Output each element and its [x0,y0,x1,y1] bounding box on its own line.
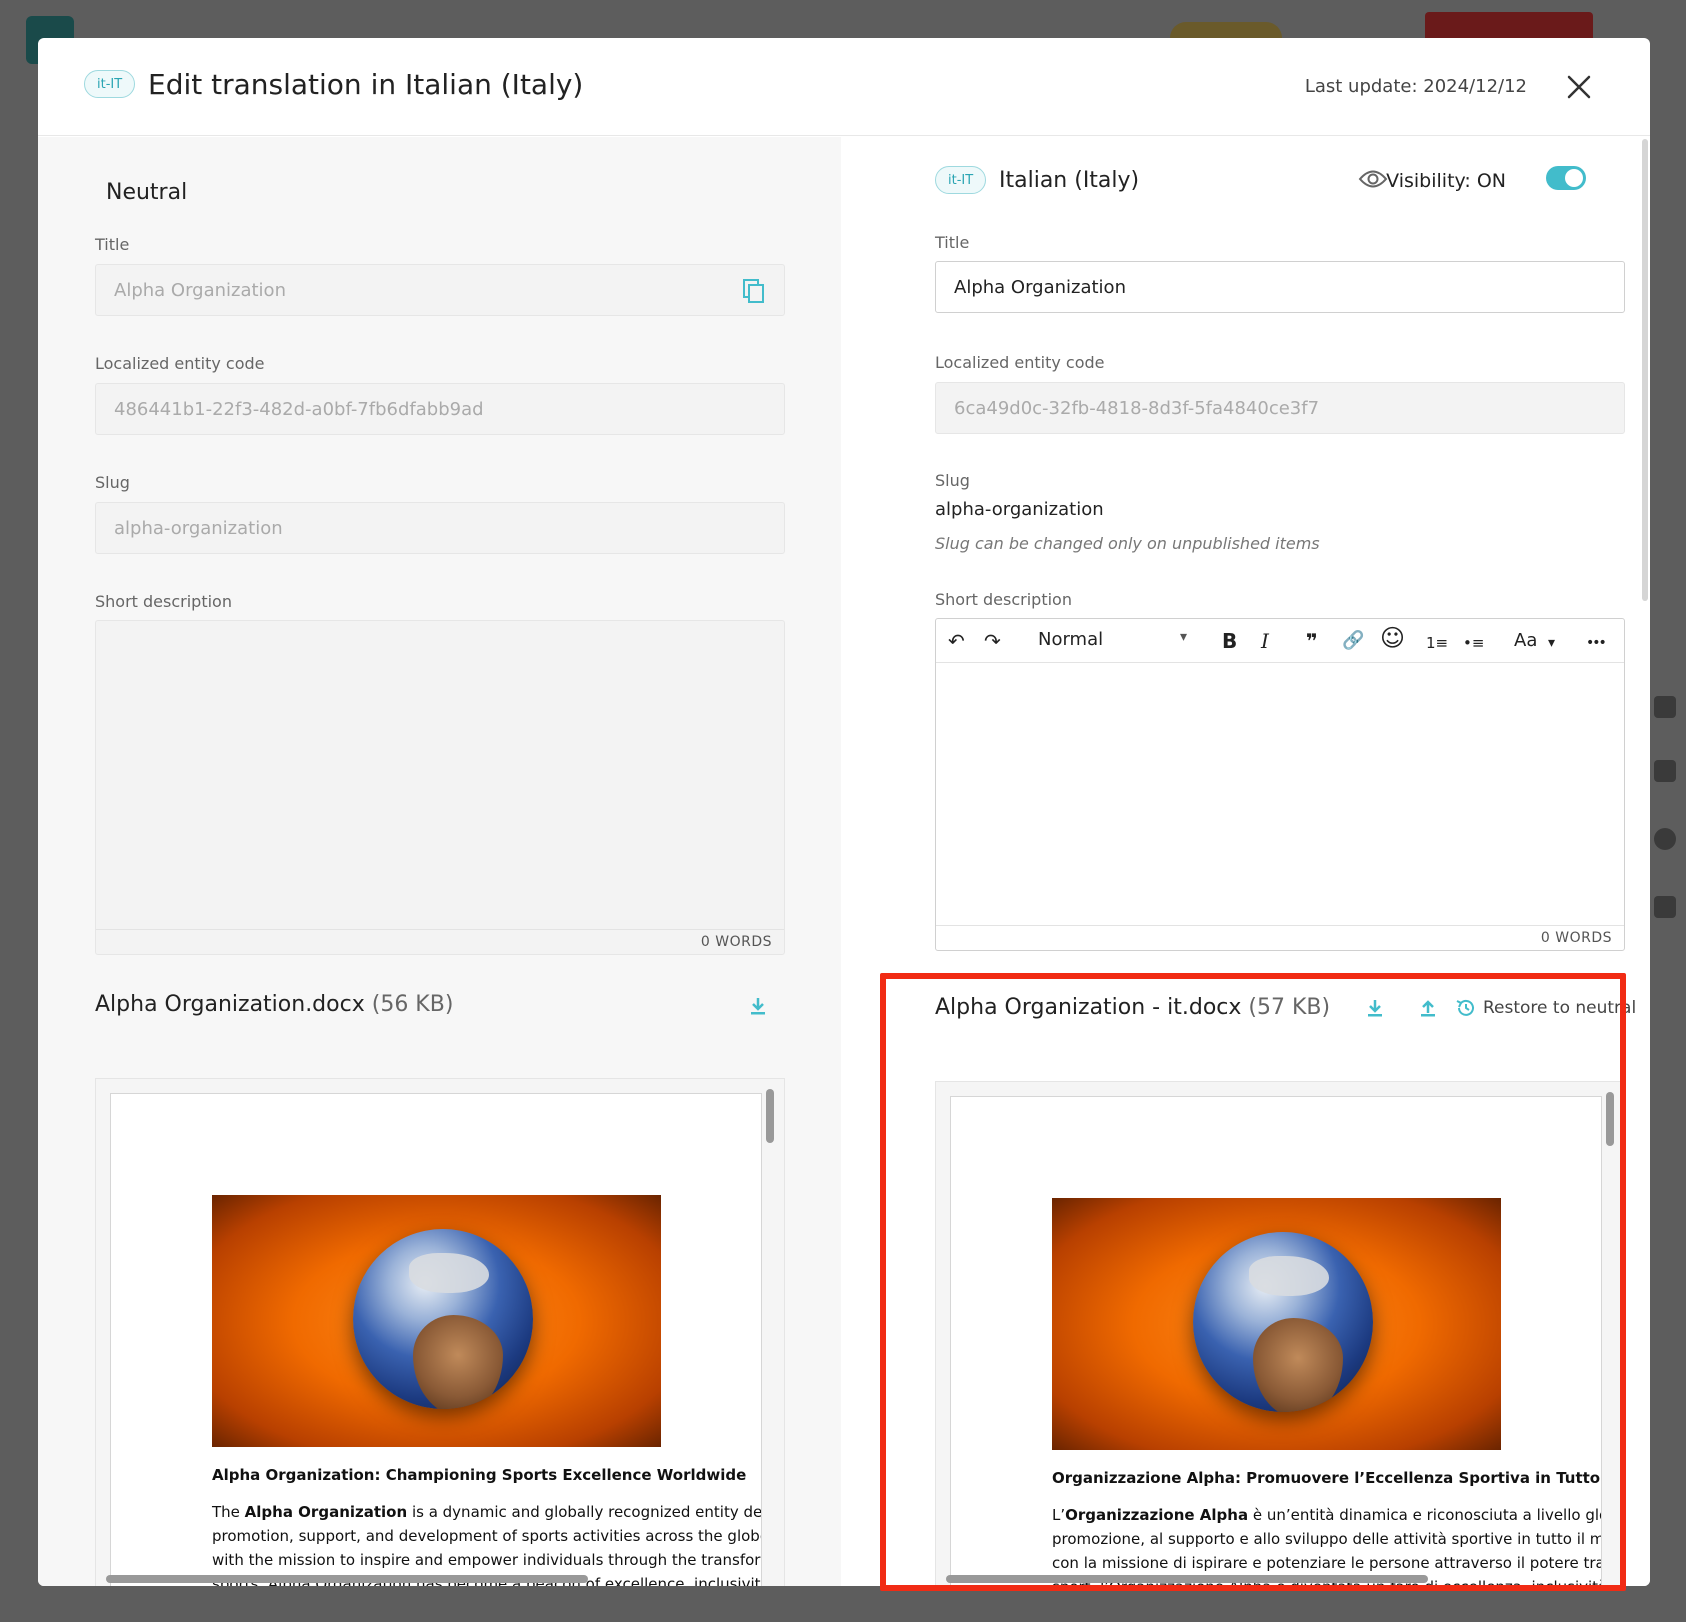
neutral-short-desc-field: 0 WORDS [95,620,785,955]
modal-body: Neutral Title Alpha Organization Localiz… [38,137,1650,1586]
neutral-doc-preview[interactable]: Alpha Organization: Championing Sports E… [95,1078,785,1586]
italian-code-label: Localized entity code [935,353,1105,372]
italian-file-size: (57 KB) [1248,995,1331,1020]
upload-icon[interactable] [1418,998,1438,1018]
italian-doc-line-1: L’Organizzazione Alpha è un’entità dinam… [1052,1506,1601,1524]
emoji-icon[interactable]: ☺ [1380,626,1405,650]
italian-column: it-IT Italian (Italy) Visibility: ON Tit… [841,137,1650,1586]
italian-code-field: 6ca49d0c-32fb-4818-8d3f-5fa4840ce3f7 [935,382,1625,434]
italian-locale-badge: it-IT [935,166,987,194]
shuffle-icon [1654,896,1676,918]
close-icon[interactable] [1566,74,1592,100]
redo-icon[interactable]: ↷ [984,629,1001,653]
more-icon[interactable]: ••• [1586,631,1607,655]
last-update: Last update: 2024/12/12 [1304,76,1527,97]
quote-icon[interactable]: ❞ [1306,629,1318,653]
neutral-doc-image [212,1195,661,1447]
visibility-label: Visibility: ON [1386,170,1506,192]
tag-icon [1654,760,1676,782]
neutral-doc-heading: Alpha Organization: Championing Sports E… [212,1466,747,1484]
italian-file-title: Alpha Organization - it.docx (57 KB) [935,995,1330,1020]
font-icon[interactable]: Aa [1514,629,1537,653]
italian-slug-label: Slug [935,471,970,490]
italian-doc-hscrollbar[interactable] [946,1575,1428,1583]
restore-icon[interactable] [1455,997,1477,1019]
ordered-list-icon[interactable]: 1≡ [1426,631,1448,655]
bold-icon[interactable]: B [1222,629,1237,653]
italian-doc-image [1052,1198,1501,1450]
block-style-select[interactable]: Normal [1038,629,1103,650]
neutral-slug-label: Slug [95,473,130,492]
neutral-file-title: Alpha Organization.docx (56 KB) [95,992,453,1017]
neutral-column: Neutral Title Alpha Organization Localiz… [38,137,841,1586]
italic-icon[interactable]: I [1261,629,1269,653]
editor-toolbar: ↶ ↷ Normal ▾ B I ❞ 🔗 ☺ 1≡ •≡ Aa ▾ ••• [936,619,1624,663]
edit-translation-modal: it-IT Edit translation in Italian (Italy… [38,38,1650,1586]
neutral-title-label: Title [95,235,130,254]
neutral-doc-page: Alpha Organization: Championing Sports E… [110,1093,762,1586]
neutral-code-label: Localized entity code [95,354,265,373]
neutral-short-desc-label: Short description [95,592,232,611]
italian-short-desc-label: Short description [935,590,1072,609]
neutral-doc-line-1: The Alpha Organization is a dynamic and … [212,1503,762,1521]
neutral-doc-line-2: promotion, support, and development of s… [212,1527,761,1545]
italian-file-name: Alpha Organization - it.docx [935,995,1242,1020]
modal-title: Edit translation in Italian (Italy) [148,68,584,101]
italian-europe-shape [1249,1256,1329,1296]
italian-doc-heading: Organizzazione Alpha: Promuovere l’Eccel… [1052,1469,1601,1487]
neutral-doc-vscrollbar[interactable] [766,1089,774,1143]
europe-shape [409,1253,489,1293]
restore-to-neutral-button[interactable]: Restore to neutral [1483,998,1636,1018]
neutral-doc-line-3: with the mission to inspire and empower … [212,1551,761,1569]
italian-doc-line-2: promozione, al supporto e allo sviluppo … [1052,1530,1601,1548]
italian-title-label: Title [935,233,970,252]
side-icon-1 [1654,696,1676,718]
short-description-editor[interactable]: ↶ ↷ Normal ▾ B I ❞ 🔗 ☺ 1≡ •≡ Aa ▾ ••• 0 … [935,618,1625,951]
copy-icon[interactable] [742,278,766,304]
neutral-code-field: 486441b1-22f3-482d-a0bf-7fb6dfabb9ad [95,383,785,435]
italian-doc-line-3: con la missione di ispirare e potenziare… [1052,1554,1601,1572]
font-chevron-icon[interactable]: ▾ [1548,631,1555,655]
italian-slug-value: alpha-organization [935,499,1104,520]
neutral-doc-hscrollbar[interactable] [106,1575,588,1583]
italian-doc-vscrollbar[interactable] [1606,1092,1614,1146]
slug-hint: Slug can be changed only on unpublished … [935,534,1320,553]
download-icon[interactable] [748,996,768,1016]
neutral-title-value: Alpha Organization [114,279,286,301]
italian-globe-image [1193,1232,1373,1412]
visibility-toggle[interactable] [1546,166,1586,190]
italian-heading: Italian (Italy) [999,168,1140,193]
neutral-heading: Neutral [106,180,188,205]
italian-word-count-bar [936,925,1624,950]
word-count-bar [96,929,784,954]
italian-doc-page: Organizzazione Alpha: Promuovere l’Eccel… [950,1096,1602,1585]
italian-title-input[interactable]: Alpha Organization [935,261,1625,313]
undo-icon[interactable]: ↶ [948,629,965,653]
link-icon[interactable]: 🔗 [1342,629,1364,653]
neutral-slug-field: alpha-organization [95,502,785,554]
africa-shape [413,1315,503,1409]
neutral-word-count: 0 WORDS [700,934,772,950]
italian-download-icon[interactable] [1365,998,1385,1018]
italian-doc-preview[interactable]: Organizzazione Alpha: Promuovere l’Eccel… [935,1081,1625,1586]
chevron-down-icon[interactable]: ▾ [1180,629,1187,645]
eye-icon [1358,170,1388,188]
neutral-file-name: Alpha Organization.docx [95,992,365,1017]
modal-scrollbar[interactable] [1642,139,1648,601]
bullet-list-icon[interactable]: •≡ [1463,631,1484,655]
locale-badge: it-IT [84,70,136,98]
neutral-title-field: Alpha Organization [95,264,785,316]
globe-image [353,1229,533,1409]
italian-africa-shape [1253,1318,1343,1412]
modal-header: it-IT Edit translation in Italian (Italy… [38,38,1650,136]
neutral-file-size: (56 KB) [371,992,454,1017]
star-icon [1654,828,1676,850]
italian-word-count: 0 WORDS [1540,930,1612,946]
